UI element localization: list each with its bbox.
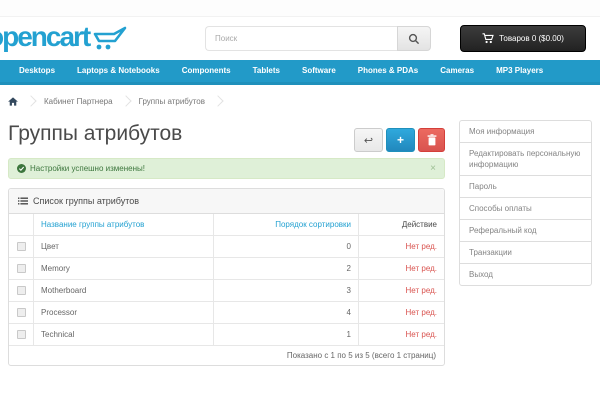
trash-icon [427, 134, 437, 146]
delete-button[interactable] [418, 128, 445, 152]
sidebar-item[interactable]: Моя информация [460, 121, 591, 142]
main-navigation: Desktops Laptops & Notebooks Components … [0, 60, 600, 85]
plus-icon: + [397, 133, 404, 147]
breadcrumb-separator [212, 95, 223, 106]
nav-item[interactable]: Cameras [429, 60, 485, 82]
search-button[interactable] [397, 26, 431, 51]
breadcrumb-separator [120, 95, 131, 106]
panel-header: Список группы атрибутов [9, 189, 444, 214]
list-icon [18, 197, 28, 205]
nav-item[interactable]: MP3 Players [485, 60, 554, 82]
sort-order-cell: 4 [214, 302, 359, 323]
check-circle-icon [17, 164, 26, 173]
sort-order-cell: 2 [214, 258, 359, 279]
table-row: Memory 2 Нет ред. [9, 258, 444, 280]
sort-order-cell: 0 [214, 236, 359, 257]
group-name-cell: Processor [34, 302, 214, 323]
cart-total-button[interactable]: Товаров 0 ($0.00) [460, 25, 586, 52]
breadcrumb-link[interactable]: Кабинет Партнера [44, 97, 113, 106]
breadcrumb-separator [25, 95, 36, 106]
sidebar-item[interactable]: Пароль [460, 175, 591, 197]
success-alert: Настройки успешно изменены! × [8, 158, 445, 179]
breadcrumb-home-link[interactable] [8, 97, 18, 106]
edit-link[interactable]: Нет ред. [406, 264, 437, 273]
group-name-cell: Motherboard [34, 280, 214, 301]
search-icon [408, 33, 420, 45]
nav-item[interactable]: Phones & PDAs [347, 60, 429, 82]
group-name-cell: Цвет [34, 236, 214, 257]
checkbox-cell [9, 258, 34, 279]
nav-item[interactable]: Software [291, 60, 347, 82]
nav-item[interactable]: Components [171, 60, 242, 82]
breadcrumb: Кабинет Партнера Группы атрибутов [8, 91, 592, 111]
back-button[interactable]: ↩ [354, 128, 383, 152]
cart-logo-icon [93, 26, 127, 50]
opencart-logo[interactable]: opencart [0, 21, 127, 53]
table-row: Technical 1 Нет ред. [9, 324, 444, 345]
sort-order-cell: 3 [214, 280, 359, 301]
checkbox-cell [9, 280, 34, 301]
main-content: Группы атрибутов ↩ + [8, 116, 445, 366]
row-checkbox[interactable] [17, 308, 26, 317]
table-header-row: Название группы атрибутов Порядок сортир… [9, 214, 444, 236]
attribute-groups-panel: Список группы атрибутов Название группы … [8, 188, 445, 366]
nav-item[interactable]: Laptops & Notebooks [66, 60, 171, 82]
cart-total-label: Товаров 0 ($0.00) [499, 34, 564, 43]
checkbox-cell [9, 302, 34, 323]
sidebar-item[interactable]: Реферальный код [460, 219, 591, 241]
edit-link[interactable]: Нет ред. [406, 330, 437, 339]
table-row: Motherboard 3 Нет ред. [9, 280, 444, 302]
alert-message: Настройки успешно изменены! [30, 164, 145, 173]
edit-link[interactable]: Нет ред. [406, 286, 437, 295]
group-name-cell: Memory [34, 258, 214, 279]
table-row: Цвет 0 Нет ред. [9, 236, 444, 258]
sidebar-item[interactable]: Выход [460, 263, 591, 285]
sidebar-item[interactable]: Способы оплаты [460, 197, 591, 219]
table-row: Processor 4 Нет ред. [9, 302, 444, 324]
header-checkbox-cell [9, 214, 34, 235]
search-input[interactable] [205, 26, 397, 51]
nav-item[interactable]: Desktops [8, 60, 66, 82]
group-name-cell: Technical [34, 324, 214, 345]
close-icon[interactable]: × [430, 164, 436, 174]
home-icon [8, 97, 18, 106]
cart-icon [482, 33, 494, 44]
column-header-name[interactable]: Название группы атрибутов [34, 214, 214, 235]
edit-link[interactable]: Нет ред. [406, 242, 437, 251]
search-bar [205, 26, 431, 51]
sidebar-item[interactable]: Редактировать персональную информацию [460, 142, 591, 175]
nav-item[interactable]: Tablets [242, 60, 291, 82]
row-checkbox[interactable] [17, 242, 26, 251]
column-header-action: Действие [359, 214, 444, 235]
breadcrumb-link[interactable]: Группы атрибутов [139, 97, 205, 106]
add-button[interactable]: + [386, 128, 415, 152]
row-checkbox[interactable] [17, 264, 26, 273]
column-header-sort-order[interactable]: Порядок сортировки [214, 214, 359, 235]
top-bar [0, 0, 600, 17]
back-arrow-icon: ↩ [364, 134, 373, 147]
row-checkbox[interactable] [17, 286, 26, 295]
panel-title: Список группы атрибутов [33, 196, 139, 206]
row-checkbox[interactable] [17, 330, 26, 339]
sidebar-item[interactable]: Транзакции [460, 241, 591, 263]
page-actions: ↩ + [354, 128, 445, 152]
sort-order-cell: 1 [214, 324, 359, 345]
attribute-groups-table: Название группы атрибутов Порядок сортир… [9, 214, 444, 345]
checkbox-cell [9, 236, 34, 257]
checkbox-cell [9, 324, 34, 345]
account-sidebar: Моя информация Редактировать персональну… [459, 120, 592, 286]
logo-text: opencart [0, 21, 89, 53]
header: opencart Това [0, 18, 600, 60]
edit-link[interactable]: Нет ред. [406, 308, 437, 317]
pagination-status: Показано с 1 по 5 из 5 (всего 1 страниц) [9, 345, 444, 365]
